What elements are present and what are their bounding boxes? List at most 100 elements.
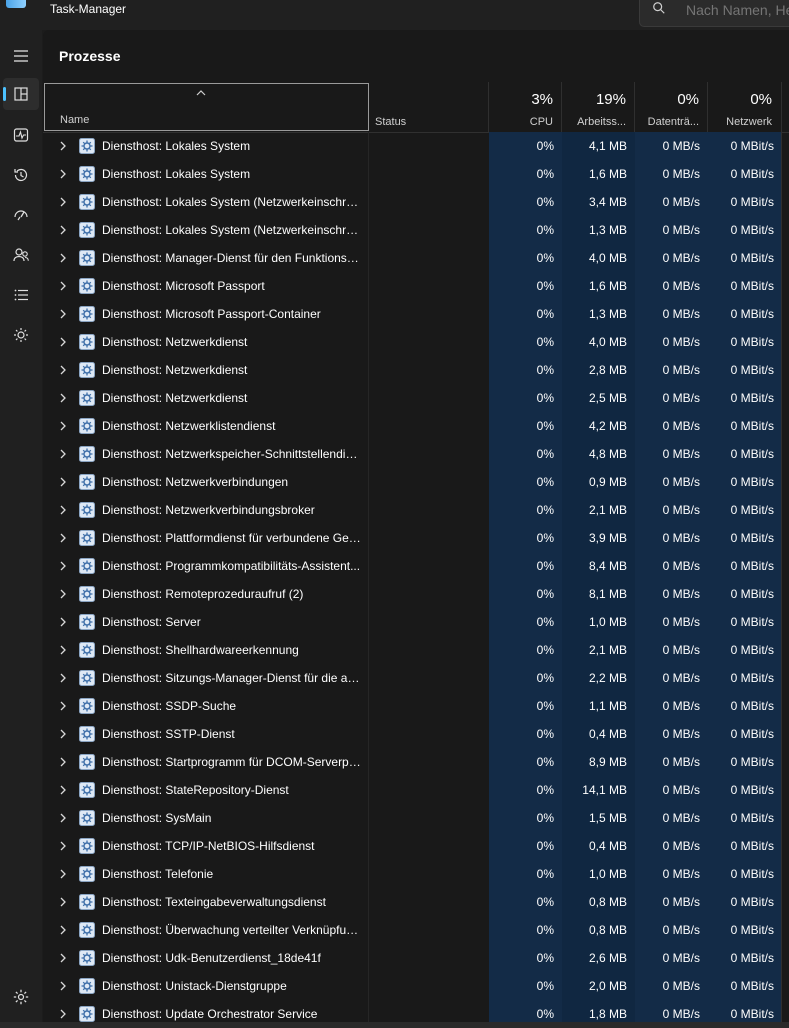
process-row[interactable]: Diensthost: StateRepository-Dienst 0% 14,1… xyxy=(43,776,789,804)
expand-chevron-button[interactable] xyxy=(56,860,72,888)
column-header-status[interactable]: Status xyxy=(369,82,487,132)
process-network-value: 0 MBit/s xyxy=(730,363,774,377)
expand-chevron-button[interactable] xyxy=(56,412,72,440)
process-row[interactable]: Diensthost: TCP/IP-NetBIOS-Hilfsdienst 0%… xyxy=(43,832,789,860)
sidebar-item-performance[interactable] xyxy=(3,119,39,151)
process-row[interactable]: Diensthost: Udk-Benutzerdienst_18de41f 0%… xyxy=(43,944,789,972)
sidebar-item-startup-apps[interactable] xyxy=(3,198,39,230)
process-disk-value: 0 MB/s xyxy=(662,475,700,489)
process-row[interactable]: Diensthost: Programmkompatibilitäts-Assi… xyxy=(43,552,789,580)
process-disk: 0 MB/s xyxy=(635,972,708,1000)
process-status xyxy=(369,944,487,972)
expand-chevron-button[interactable] xyxy=(56,636,72,664)
column-header-name[interactable]: Name xyxy=(44,83,369,131)
expand-chevron-button[interactable] xyxy=(56,216,72,244)
expand-chevron-button[interactable] xyxy=(56,524,72,552)
process-row[interactable]: Diensthost: Lokales System 0% 4,1 MB 0 MB/s… xyxy=(43,132,789,160)
expand-chevron-button[interactable] xyxy=(56,132,72,160)
expand-chevron-button[interactable] xyxy=(56,552,72,580)
process-memory-value: 0,8 MB xyxy=(588,895,627,909)
expand-chevron-button[interactable] xyxy=(56,384,72,412)
process-row[interactable]: Diensthost: Telefonie 0% 1,0 MB 0 MB/s 0 MBi… xyxy=(43,860,789,888)
chevron-right-icon xyxy=(60,169,66,179)
expand-chevron-button[interactable] xyxy=(56,160,72,188)
expand-chevron-button[interactable] xyxy=(56,776,72,804)
expand-chevron-button[interactable] xyxy=(56,608,72,636)
process-row[interactable]: Diensthost: Netzwerkdienst 0% 4,0 MB 0 MB/s… xyxy=(43,328,789,356)
sidebar-item-services[interactable] xyxy=(3,319,39,351)
expand-chevron-button[interactable] xyxy=(56,804,72,832)
process-row[interactable]: Diensthost: Überwachung verteilter Verkn… xyxy=(43,916,789,944)
sidebar-item-app-history[interactable] xyxy=(3,159,39,191)
column-header-cpu[interactable]: 3% CPU xyxy=(488,82,562,132)
process-disk: 0 MB/s xyxy=(635,916,708,944)
expand-chevron-button[interactable] xyxy=(56,468,72,496)
expand-chevron-button[interactable] xyxy=(56,440,72,468)
expand-chevron-button[interactable] xyxy=(56,244,72,272)
expand-chevron-button[interactable] xyxy=(56,972,72,1000)
process-cpu-value: 0% xyxy=(536,867,554,881)
process-row[interactable]: Diensthost: Plattformdienst für verbunde… xyxy=(43,524,789,552)
service-host-icon xyxy=(79,916,95,944)
process-network-value: 0 MBit/s xyxy=(730,503,774,517)
expand-chevron-button[interactable] xyxy=(56,916,72,944)
process-name: Diensthost: Netzwerkdienst xyxy=(102,391,248,405)
expand-chevron-button[interactable] xyxy=(56,580,72,608)
chevron-right-icon xyxy=(60,449,66,459)
expand-chevron-button[interactable] xyxy=(56,944,72,972)
expand-chevron-button[interactable] xyxy=(56,496,72,524)
process-row[interactable]: Diensthost: Shellhardwareerkennung 0% 2,1 … xyxy=(43,636,789,664)
process-row[interactable]: Diensthost: SSTP-Dienst 0% 0,4 MB 0 MB/s 0 M… xyxy=(43,720,789,748)
search-box[interactable] xyxy=(639,0,789,27)
expand-chevron-button[interactable] xyxy=(56,664,72,692)
column-header-memory[interactable]: 19% Arbeitss... xyxy=(561,82,635,132)
search-input[interactable] xyxy=(686,2,789,18)
expand-chevron-button[interactable] xyxy=(56,272,72,300)
process-row[interactable]: Diensthost: Server 0% 1,0 MB 0 MB/s 0 MBit/s xyxy=(43,608,789,636)
process-row[interactable]: Diensthost: Sitzungs-Manager-Dienst für … xyxy=(43,664,789,692)
process-row[interactable]: Diensthost: Lokales System (Netzwerkeins… xyxy=(43,216,789,244)
process-status xyxy=(369,888,487,916)
gear-icon[interactable] xyxy=(12,988,30,1006)
process-cpu-value: 0% xyxy=(536,615,554,629)
process-row[interactable]: Diensthost: Unistack-Dienstgruppe 0% 2,0 M… xyxy=(43,972,789,1000)
process-row[interactable]: Diensthost: SysMain 0% 1,5 MB 0 MB/s 0 MBit/… xyxy=(43,804,789,832)
process-row[interactable]: Diensthost: Netzwerkdienst 0% 2,8 MB 0 MB/s… xyxy=(43,356,789,384)
process-row[interactable]: Diensthost: SSDP-Suche 0% 1,1 MB 0 MB/s 0 MB… xyxy=(43,692,789,720)
process-row[interactable]: Diensthost: Netzwerkdienst 0% 2,5 MB 0 MB/s… xyxy=(43,384,789,412)
process-memory: 2,0 MB xyxy=(562,972,635,1000)
process-row[interactable]: Diensthost: Netzwerkspeicher-Schnittstel… xyxy=(43,440,789,468)
process-row[interactable]: Diensthost: Netzwerkverbindungsbroker 0% 2… xyxy=(43,496,789,524)
process-memory-value: 0,4 MB xyxy=(588,727,627,741)
column-header-disk[interactable]: 0% Datenträ... xyxy=(634,82,708,132)
column-header-network[interactable]: 0% Netzwerk xyxy=(707,82,781,132)
expand-chevron-button[interactable] xyxy=(56,300,72,328)
expand-chevron-button[interactable] xyxy=(56,720,72,748)
process-row[interactable]: Diensthost: Netzwerklistendienst 0% 4,2 MB… xyxy=(43,412,789,440)
expand-chevron-button[interactable] xyxy=(56,356,72,384)
sidebar-item-users[interactable] xyxy=(3,239,39,271)
process-row[interactable]: Diensthost: Lokales System (Netzwerkeins… xyxy=(43,188,789,216)
expand-chevron-button[interactable] xyxy=(56,748,72,776)
process-row[interactable]: Diensthost: Startprogramm für DCOM-Serve… xyxy=(43,748,789,776)
sidebar-item-details[interactable] xyxy=(3,279,39,311)
expand-chevron-button[interactable] xyxy=(56,328,72,356)
process-status xyxy=(369,132,487,160)
expand-chevron-button[interactable] xyxy=(56,888,72,916)
process-row[interactable]: Diensthost: Remoteprozeduraufruf (2) 0% 8,… xyxy=(43,580,789,608)
process-row[interactable]: Diensthost: Texteingabeverwaltungsdienst… xyxy=(43,888,789,916)
process-disk-value: 0 MB/s xyxy=(662,867,700,881)
hamburger-menu-button[interactable] xyxy=(3,40,39,72)
process-name: Diensthost: SSDP-Suche xyxy=(102,699,237,713)
expand-chevron-button[interactable] xyxy=(56,832,72,860)
process-row[interactable]: Diensthost: Microsoft Passport 0% 1,6 MB 0 … xyxy=(43,272,789,300)
process-row[interactable]: Diensthost: Lokales System 0% 1,6 MB 0 MB/s… xyxy=(43,160,789,188)
expand-chevron-button[interactable] xyxy=(56,692,72,720)
expand-chevron-button[interactable] xyxy=(56,188,72,216)
process-disk-value: 0 MB/s xyxy=(662,391,700,405)
process-row[interactable]: Diensthost: Netzwerkverbindungen 0% 0,9 MB… xyxy=(43,468,789,496)
sidebar-item-processes[interactable] xyxy=(3,78,39,110)
process-row[interactable]: Diensthost: Manager-Dienst für den Funkt… xyxy=(43,244,789,272)
process-row[interactable]: Diensthost: Microsoft Passport-Container… xyxy=(43,300,789,328)
process-cpu-value: 0% xyxy=(536,475,554,489)
